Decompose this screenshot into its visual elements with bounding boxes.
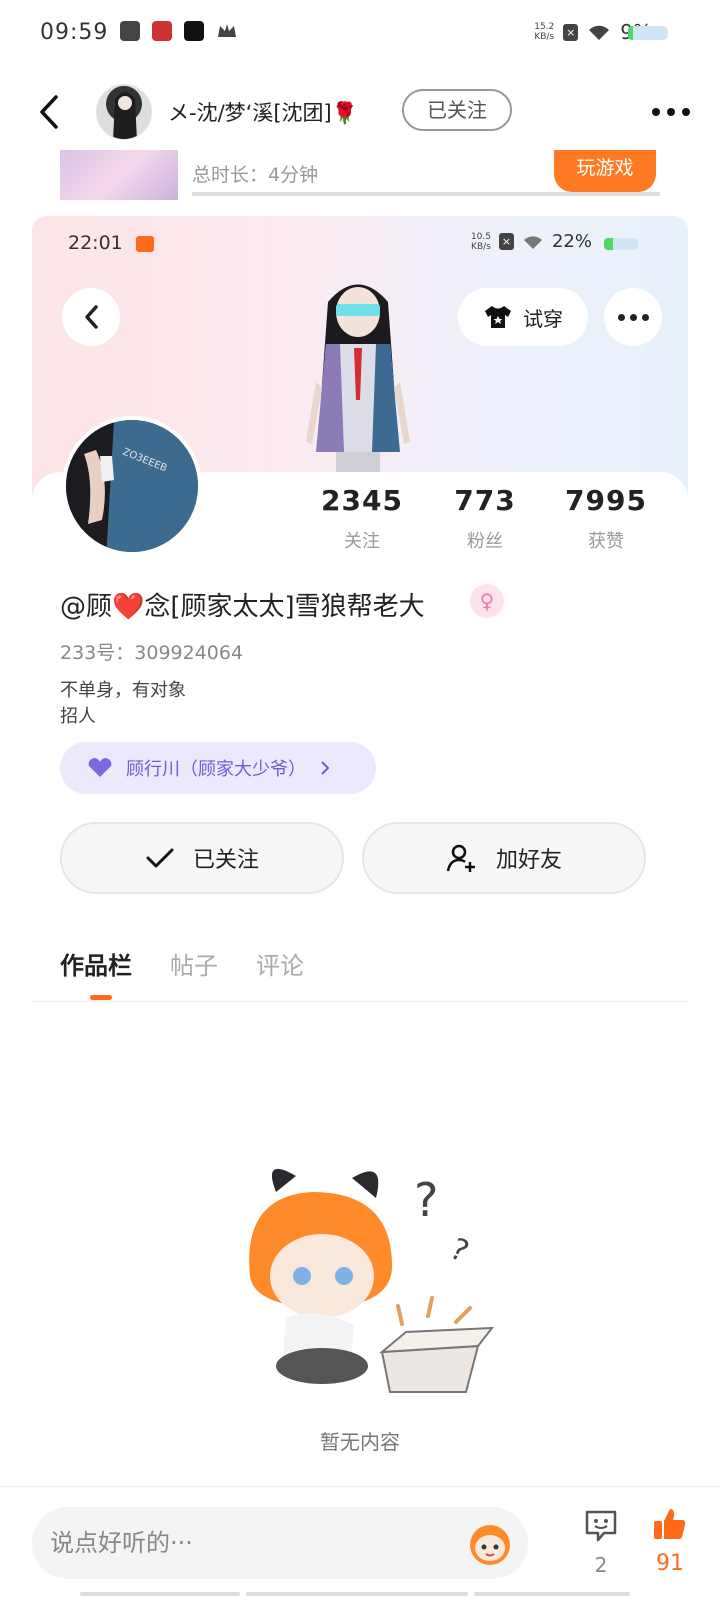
- embedded-battery-percent: 22%: [551, 231, 592, 252]
- profile-avatar: ZO3EEEB: [62, 416, 202, 556]
- battery-icon: [628, 26, 668, 40]
- partner-link: 顾行川（顾家大少爷）: [60, 742, 376, 794]
- active-tab-indicator: [90, 995, 112, 1000]
- avatar-character-image: [306, 284, 410, 498]
- embedded-battery-icon: [604, 238, 638, 250]
- divider: [192, 192, 660, 196]
- empty-state-illustration: ? ?: [249, 1168, 495, 1393]
- follow-status-button[interactable]: 已关注: [402, 89, 512, 131]
- embedded-network-speed: 10.5 KB/s: [470, 231, 491, 252]
- no-sim-icon: ×: [563, 23, 579, 41]
- try-on-button: 试穿: [458, 288, 588, 346]
- tshirt-icon: [485, 306, 511, 328]
- stat-likes: 7995 获赞: [565, 484, 647, 552]
- app-notification-icon: [152, 21, 172, 41]
- svg-text:?: ?: [414, 1173, 438, 1227]
- bottom-action-bar: 说点好听的··· 2 91: [0, 1486, 720, 1600]
- message-icon: [120, 21, 140, 41]
- game-duration: 总时长：4分钟: [192, 164, 319, 186]
- comment-count: 2: [594, 1553, 608, 1577]
- check-icon: [146, 848, 174, 868]
- play-game-button[interactable]: 玩游戏: [554, 150, 656, 192]
- empty-state-text: 暂无内容: [320, 1430, 400, 1454]
- add-friend-button: 加好友: [362, 822, 646, 894]
- top-header: メ-沈/梦‘溪[沈团]🌹 已关注: [0, 78, 720, 148]
- display-name: @顾❤️念[顾家太太]雪狼帮老大: [60, 592, 425, 622]
- tab-posts: 帖子: [170, 952, 218, 980]
- add-user-icon: [446, 844, 475, 872]
- author-name[interactable]: メ-沈/梦‘溪[沈团]🌹: [168, 97, 358, 127]
- chevron-right-icon: [321, 761, 330, 775]
- svg-text:?: ?: [445, 1232, 474, 1270]
- embedded-no-sim-icon: ×: [498, 233, 514, 250]
- female-icon: ♀: [470, 584, 504, 618]
- comment-input[interactable]: 说点好听的···: [32, 1507, 528, 1579]
- post-screenshot[interactable]: 22:01 10.5 KB/s × 22% 试穿 ZO3EEEB 2345 关注…: [32, 216, 688, 1516]
- game-thumbnail[interactable]: [60, 150, 178, 200]
- like-button[interactable]: 91: [640, 1507, 700, 1576]
- followed-button: 已关注: [60, 822, 344, 894]
- embedded-wifi-icon: [523, 235, 542, 249]
- more-options-icon[interactable]: [652, 108, 690, 116]
- back-arrow-icon[interactable]: [36, 94, 62, 130]
- stat-fans: 773 粉丝: [454, 484, 516, 552]
- tabs-divider: [32, 1001, 688, 1002]
- system-nav-bar: [0, 1590, 720, 1600]
- embedded-back-button: [62, 288, 120, 346]
- author-avatar[interactable]: [96, 84, 152, 140]
- chevron-left-icon: [85, 305, 98, 329]
- tab-comments: 评论: [256, 952, 304, 980]
- user-id: 233号：309924064: [60, 642, 244, 664]
- heart-icon: [88, 758, 112, 777]
- embedded-more-icon: [604, 288, 662, 346]
- comment-icon: [585, 1510, 617, 1542]
- profile-tabs: 作品栏 帖子 评论: [60, 946, 304, 981]
- try-on-label: 试穿: [523, 306, 563, 331]
- comment-placeholder: 说点好听的···: [50, 1529, 193, 1557]
- stat-following: 2345 关注: [321, 484, 403, 552]
- like-count: 91: [656, 1551, 684, 1576]
- crown-icon: [218, 24, 236, 37]
- embedded-status-right: 10.5 KB/s × 22%: [471, 231, 592, 252]
- mascot-emoji-icon[interactable]: [464, 1517, 516, 1569]
- wifi-icon: [589, 25, 610, 40]
- status-time: 09:59: [40, 20, 109, 45]
- partner-name: 顾行川（顾家大少爷）: [126, 759, 306, 780]
- status-bar: 09:59 15.2KB/s × 9%: [0, 0, 720, 66]
- thumbs-up-icon: [654, 1509, 686, 1539]
- bio: 不单身，有对象 招人: [60, 680, 186, 727]
- embedded-status-time: 22:01: [68, 232, 123, 254]
- tiktok-icon: [184, 21, 204, 41]
- tab-works: 作品栏: [60, 952, 132, 980]
- previous-post-item: 总时长：4分钟 玩游戏: [60, 150, 660, 202]
- notification-icons: [120, 21, 238, 41]
- app-badge-icon: [136, 236, 154, 252]
- comments-button[interactable]: 2: [576, 1509, 626, 1577]
- network-speed: 15.2 KB/s: [534, 22, 555, 42]
